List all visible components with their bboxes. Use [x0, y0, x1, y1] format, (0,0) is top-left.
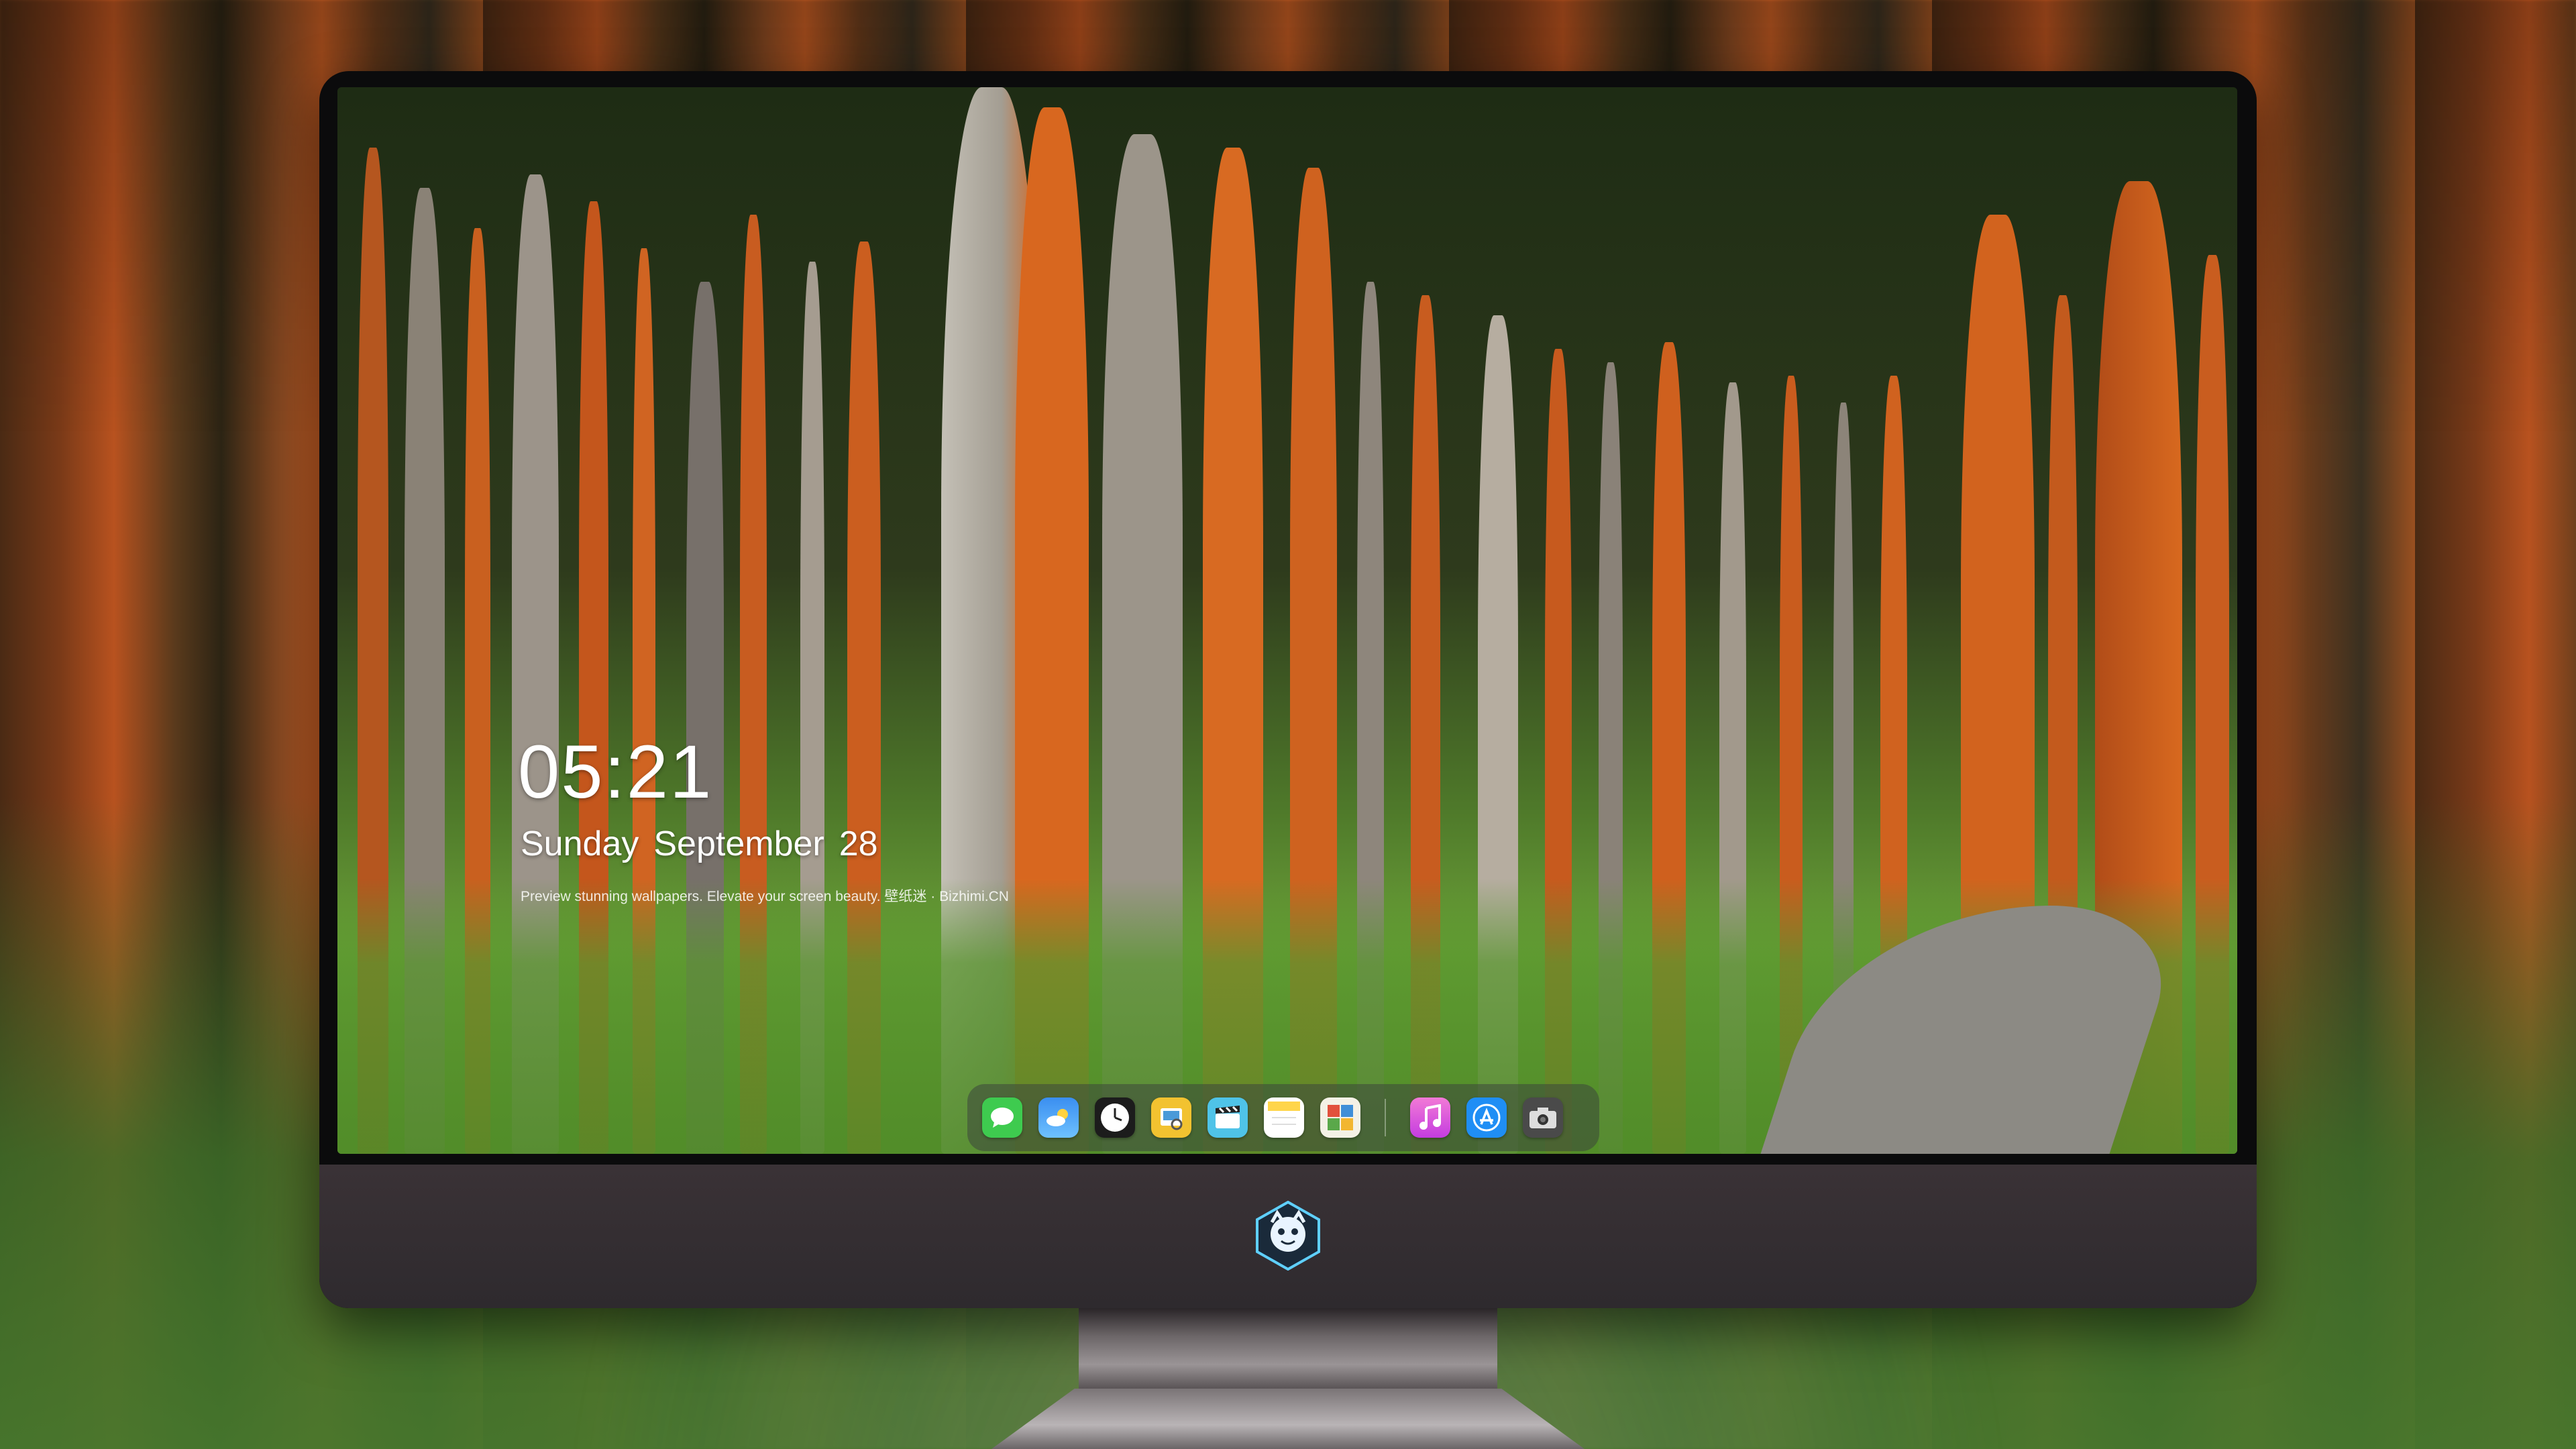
- lock-screen[interactable]: [337, 87, 2237, 1154]
- notes-icon[interactable]: [1264, 1097, 1304, 1138]
- music-icon[interactable]: [1410, 1097, 1450, 1138]
- camera-icon[interactable]: [1523, 1097, 1563, 1138]
- dock-separator: [1385, 1099, 1386, 1136]
- app-store-icon[interactable]: [1466, 1097, 1507, 1138]
- lock-date: Sunday September 28: [521, 824, 878, 864]
- wallpaper-caption: Preview stunning wallpapers. Elevate you…: [521, 889, 1009, 904]
- photos-icon[interactable]: [1320, 1097, 1360, 1138]
- lock-time: 05:21: [518, 730, 713, 814]
- monitor-stand: [1079, 1308, 1497, 1389]
- preview-icon[interactable]: [1151, 1097, 1191, 1138]
- brand-logo: [1256, 1201, 1320, 1271]
- clips-icon[interactable]: [1208, 1097, 1248, 1138]
- weather-icon[interactable]: [1038, 1097, 1079, 1138]
- lock-month: September: [653, 824, 824, 863]
- messages-icon[interactable]: [982, 1097, 1022, 1138]
- dock: [967, 1084, 1599, 1151]
- monitor-stand-base: [991, 1389, 1585, 1449]
- lock-weekday: Sunday: [521, 824, 639, 863]
- clock-icon[interactable]: [1095, 1097, 1135, 1138]
- lock-day: 28: [839, 824, 878, 863]
